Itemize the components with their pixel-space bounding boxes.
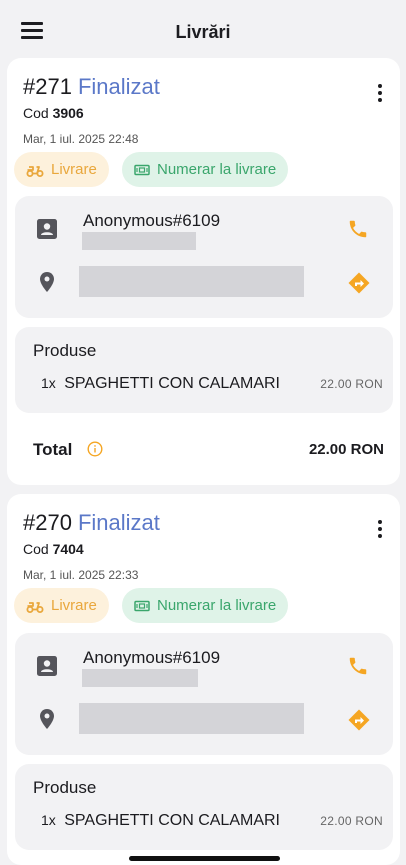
item-price: 22.00 RON	[320, 814, 383, 828]
item-name: SPAGHETTI CON CALAMARI	[64, 812, 280, 829]
order-code-value: 3906	[52, 105, 84, 121]
info-icon[interactable]	[87, 441, 103, 457]
products-title: Produse	[33, 778, 97, 797]
order-card[interactable]: #270 Finalizat Cod 7404 Mar, 1 iul. 2025 …	[7, 494, 400, 865]
total-label: Total	[33, 440, 73, 459]
order-status: Finalizat	[77, 510, 160, 535]
order-date: Mar, 1 iul. 2025 22:33	[23, 568, 139, 582]
redacted-address	[79, 266, 304, 297]
redacted-phone	[82, 669, 198, 687]
order-number: #270	[23, 510, 72, 535]
products-box: Produse 1x SPAGHETTI CON CALAMARI 22.00 …	[15, 764, 393, 850]
order-status: Finalizat	[77, 74, 160, 99]
payment-chip-label: Numerar la livrare	[157, 597, 277, 614]
item-quantity: 1x	[41, 375, 56, 391]
redacted-phone	[82, 232, 196, 250]
item-quantity: 1x	[41, 812, 56, 828]
delivery-chip-label: Livrare	[51, 161, 97, 178]
home-indicator	[129, 856, 280, 861]
delivery-chip: Livrare	[14, 588, 109, 623]
products-title: Produse	[33, 341, 97, 360]
products-box: Produse 1x SPAGHETTI CON CALAMARI 22.00 …	[15, 327, 393, 413]
phone-icon[interactable]	[347, 218, 369, 240]
delivery-chip: Livrare	[14, 152, 109, 187]
app-header: Livrări	[0, 0, 406, 64]
order-code: Cod 7404	[23, 541, 84, 557]
cash-icon	[134, 164, 150, 175]
scooter-icon	[26, 165, 44, 177]
directions-icon[interactable]	[348, 709, 370, 731]
order-code-value: 7404	[52, 541, 84, 557]
scooter-icon	[26, 601, 44, 613]
customer-name: Anonymous#6109	[83, 648, 221, 667]
location-pin-icon	[40, 272, 54, 292]
list-item: 1x SPAGHETTI CON CALAMARI	[41, 375, 280, 393]
more-vert-icon[interactable]	[374, 520, 386, 542]
list-item: 1x SPAGHETTI CON CALAMARI	[41, 812, 280, 830]
item-price: 22.00 RON	[320, 377, 383, 391]
item-name: SPAGHETTI CON CALAMARI	[64, 375, 280, 392]
more-vert-icon[interactable]	[374, 84, 386, 106]
contact-icon	[37, 219, 57, 239]
phone-icon[interactable]	[347, 655, 369, 677]
delivery-chip-label: Livrare	[51, 597, 97, 614]
customer-info-box: Anonymous#6109	[15, 196, 393, 318]
customer-info-box: Anonymous#6109	[15, 633, 393, 755]
location-pin-icon	[40, 709, 54, 729]
order-heading: #270 Finalizat	[23, 510, 160, 536]
contact-icon	[37, 656, 57, 676]
order-date: Mar, 1 iul. 2025 22:48	[23, 132, 139, 146]
payment-chip: Numerar la livrare	[122, 152, 289, 187]
total-value: 22.00 RON	[308, 441, 384, 458]
order-number: #271	[23, 74, 72, 99]
redacted-address	[79, 703, 304, 734]
order-card[interactable]: #271 Finalizat Cod 3906 Mar, 1 iul. 2025 …	[7, 58, 400, 485]
page-title: Livrări	[175, 22, 231, 42]
customer-name: Anonymous#6109	[83, 211, 221, 230]
cash-icon	[134, 600, 150, 611]
payment-chip: Numerar la livrare	[122, 588, 289, 623]
payment-chip-label: Numerar la livrare	[157, 161, 277, 178]
order-code: Cod 3906	[23, 105, 84, 121]
order-heading: #271 Finalizat	[23, 74, 160, 100]
directions-icon[interactable]	[348, 272, 370, 294]
